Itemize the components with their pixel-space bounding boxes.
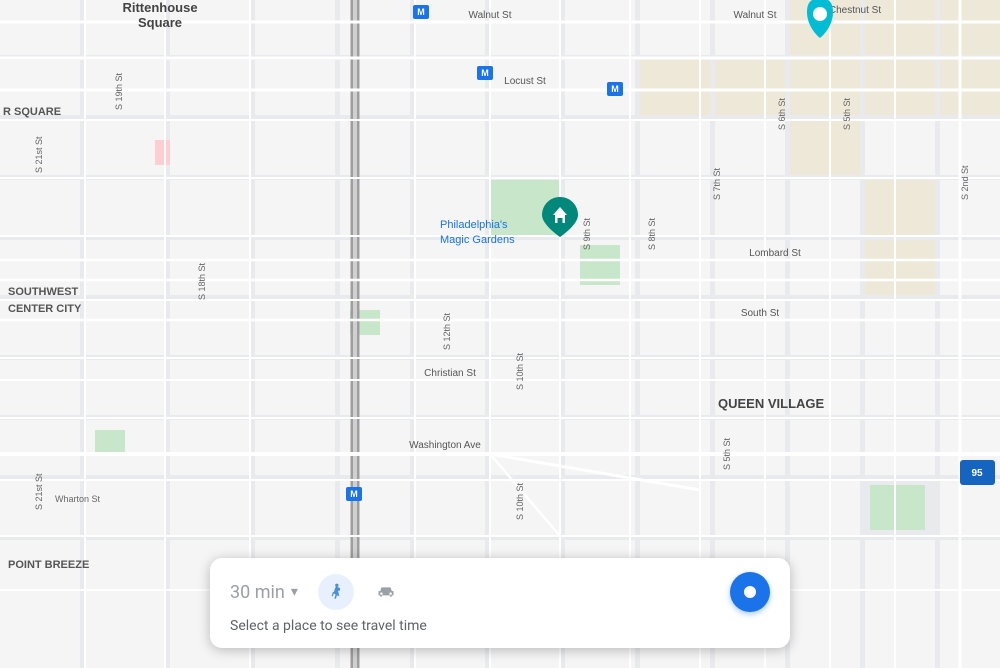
- chevron-down-icon: ▾: [291, 584, 298, 600]
- svg-text:S 5th St: S 5th St: [842, 97, 852, 130]
- svg-text:S 8th St: S 8th St: [647, 217, 657, 250]
- svg-text:Square: Square: [138, 15, 182, 30]
- svg-text:S 9th St: S 9th St: [582, 217, 592, 250]
- svg-text:S 10th St: S 10th St: [515, 482, 525, 520]
- svg-text:S 10th St: S 10th St: [515, 352, 525, 390]
- svg-text:Wharton St: Wharton St: [55, 494, 101, 504]
- transport-mode-selector: [318, 574, 710, 610]
- svg-text:Locust St: Locust St: [504, 76, 546, 87]
- svg-text:M: M: [350, 489, 358, 499]
- walk-mode-button[interactable]: [318, 574, 354, 610]
- svg-text:QUEEN VILLAGE: QUEEN VILLAGE: [718, 396, 825, 411]
- svg-text:S 21st St: S 21st St: [34, 136, 44, 173]
- svg-text:Walnut St: Walnut St: [469, 10, 512, 21]
- svg-text:Chestnut St: Chestnut St: [829, 5, 881, 16]
- svg-text:M: M: [481, 68, 489, 78]
- svg-text:Magic Gardens: Magic Gardens: [440, 234, 515, 246]
- time-selector[interactable]: 30 min ▾: [230, 582, 298, 603]
- svg-text:Christian St: Christian St: [424, 368, 476, 379]
- toggle-button[interactable]: [730, 572, 770, 612]
- svg-text:SOUTHWEST: SOUTHWEST: [8, 286, 79, 298]
- svg-text:Washington Ave: Washington Ave: [409, 440, 481, 451]
- svg-text:R SQUARE: R SQUARE: [3, 106, 61, 118]
- svg-text:S 18th St: S 18th St: [197, 262, 207, 300]
- svg-text:South St: South St: [741, 308, 780, 319]
- svg-text:S 7th St: S 7th St: [712, 167, 722, 200]
- svg-text:S 19th St: S 19th St: [114, 72, 124, 110]
- svg-text:S 5th St: S 5th St: [722, 437, 732, 470]
- svg-text:M: M: [611, 84, 619, 94]
- travel-time-panel: 30 min ▾: [210, 558, 790, 648]
- svg-text:M: M: [417, 7, 425, 17]
- svg-text:Philadelphia's: Philadelphia's: [440, 219, 508, 231]
- car-mode-button[interactable]: [368, 574, 404, 610]
- svg-text:S 12th St: S 12th St: [442, 312, 452, 350]
- svg-text:Lombard St: Lombard St: [749, 248, 801, 259]
- svg-text:CENTER CITY: CENTER CITY: [8, 303, 82, 315]
- svg-text:Walnut St: Walnut St: [734, 10, 777, 21]
- svg-text:POINT BREEZE: POINT BREEZE: [8, 559, 89, 571]
- time-label: 30 min: [230, 582, 285, 603]
- travel-time-prompt: Select a place to see travel time: [230, 618, 427, 634]
- svg-text:S 21st St: S 21st St: [34, 473, 44, 510]
- map-container: 95 Walnut St Walnut St Chestnut St Locus…: [0, 0, 1000, 668]
- svg-text:Rittenhouse: Rittenhouse: [122, 0, 197, 15]
- svg-text:S 2nd St: S 2nd St: [960, 165, 970, 200]
- svg-text:S 6th St: S 6th St: [777, 97, 787, 130]
- panel-controls-row: 30 min ▾: [230, 572, 770, 612]
- travel-prompt-row: Select a place to see travel time: [230, 618, 770, 634]
- svg-text:95: 95: [971, 468, 983, 479]
